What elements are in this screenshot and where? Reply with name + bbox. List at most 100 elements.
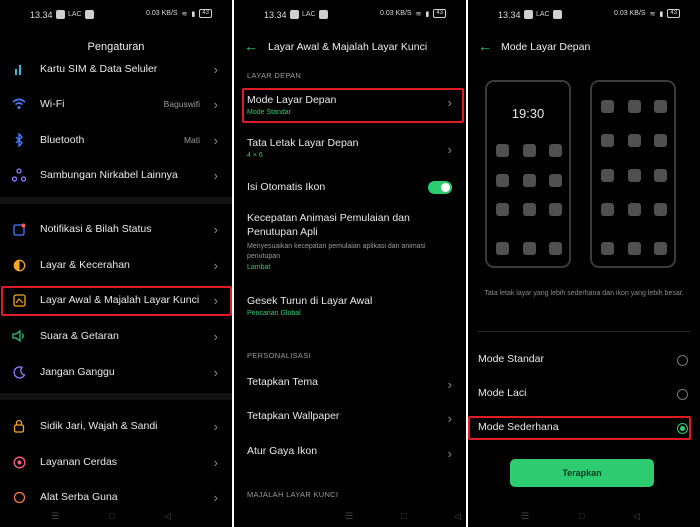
home-screen-settings-panel: 13.34 LAC 0.03 KB/S ≋ ▮ 43 ← Layar Awal & M…: [234, 0, 466, 527]
back-nav-icon[interactable]: ◁: [454, 511, 461, 522]
notification-app-icon: [84, 10, 94, 19]
app-icon-placeholder: [628, 100, 641, 113]
phone-preview-standard: 19:30: [485, 80, 571, 268]
chevron-right-icon: ›: [447, 446, 452, 461]
app-icon-placeholder: [549, 203, 562, 216]
chevron-right-icon: ›: [213, 221, 218, 237]
mode-caption: Tata letak layar yang lebih sederhana da…: [484, 290, 684, 297]
wifi-icon: [12, 97, 26, 111]
radio-standard[interactable]: [677, 355, 688, 366]
notification-app-icon: LAC: [68, 11, 82, 18]
brightness-icon: [12, 258, 26, 272]
app-icon-placeholder: [654, 134, 667, 147]
phone-preview-simple: [590, 80, 676, 268]
apply-button[interactable]: Terapkan: [510, 459, 654, 487]
home-nav-icon[interactable]: □: [579, 511, 584, 521]
share-nodes-icon: [12, 168, 26, 182]
theme-item[interactable]: Tetapkan Tema ›: [247, 375, 452, 392]
sidebar-item-display[interactable]: Layar & Kecerahan ›: [0, 248, 232, 282]
chevron-right-icon: ›: [213, 489, 218, 505]
notification-app-icon: [524, 10, 533, 19]
app-icon-placeholder: [628, 203, 641, 216]
section-header: LAYAR DEPAN: [247, 71, 302, 80]
network-speed: 0.03 KB/S: [146, 10, 178, 17]
back-arrow-icon[interactable]: ←: [478, 38, 492, 54]
page-title: Mode Layar Depan: [501, 41, 591, 53]
moon-icon: [12, 365, 26, 379]
clock-label: 19:30: [511, 106, 545, 121]
sidebar-item-wireless[interactable]: Sambungan Nirkabel Lainnya ›: [0, 158, 232, 192]
radio-drawer[interactable]: [677, 389, 688, 400]
auto-fill-setting-item[interactable]: Isi Otomatis Ikon: [247, 180, 452, 194]
chevron-right-icon: ›: [213, 257, 218, 273]
app-icon-placeholder: [628, 169, 641, 182]
divider: [478, 331, 690, 332]
lock-icon: [12, 419, 26, 433]
status-time: 13.34: [498, 10, 521, 20]
wifi-status-icon: ≋: [415, 10, 422, 18]
layout-setting-item[interactable]: Tata Letak Layar Depan 4 × 6 ›: [247, 136, 452, 159]
section-divider: [0, 393, 232, 400]
app-icon-placeholder: [549, 144, 562, 157]
signal-icon: ▮: [191, 10, 196, 18]
wallpaper-item[interactable]: Tetapkan Wallpaper ›: [247, 409, 452, 426]
notification-app-icon: LAC: [302, 11, 316, 18]
icon-style-item[interactable]: Atur Gaya Ikon ›: [247, 444, 452, 461]
section-header: PERSONALISASI: [247, 351, 311, 360]
home-nav-icon[interactable]: □: [109, 511, 114, 521]
chevron-right-icon: ›: [447, 411, 452, 426]
nav-bar: ☰ □ ◁: [234, 507, 466, 527]
nav-bar: ☰ □ ◁: [0, 507, 232, 527]
menu-nav-icon[interactable]: ☰: [345, 511, 353, 522]
sidebar-item-sound[interactable]: Suara & Getaran ›: [0, 319, 232, 353]
app-icon-placeholder: [523, 242, 536, 255]
app-icon-placeholder: [601, 100, 614, 113]
sidebar-item-notification[interactable]: Notifikasi & Bilah Status ›: [0, 212, 232, 246]
sidebar-item-sim[interactable]: Kartu SIM & Data Seluler ›: [0, 52, 232, 86]
notification-app-icon: [318, 10, 328, 19]
menu-nav-icon[interactable]: ☰: [51, 511, 59, 522]
back-arrow-icon[interactable]: ←: [244, 38, 258, 54]
status-bar: 13.34 LAC 0.03 KB/S ≋ ▮ 43: [0, 0, 232, 22]
network-speed: 0.03 KB/S: [614, 10, 646, 17]
animation-speed-item[interactable]: Kecepatan Animasi Pemulaian dan Penutupa…: [247, 211, 452, 271]
home-nav-icon[interactable]: □: [401, 511, 406, 521]
app-icon-placeholder: [496, 144, 509, 157]
page-title: Layar Awal & Majalah Layar Kunci: [268, 41, 428, 53]
auto-fill-toggle[interactable]: [428, 181, 452, 194]
nav-bar: ☰ □ ◁: [468, 507, 700, 527]
app-icon-placeholder: [601, 134, 614, 147]
sidebar-item-smart[interactable]: Layanan Cerdas ›: [0, 445, 232, 479]
battery-icon: 43: [433, 9, 446, 18]
option-drawer[interactable]: Mode Laci: [478, 387, 690, 407]
app-icon-placeholder: [654, 169, 667, 182]
sidebar-item-wifi[interactable]: Wi-Fi Baguswifi ›: [0, 87, 232, 121]
app-icon-placeholder: [601, 242, 614, 255]
notification-app-icon: LAC: [536, 11, 550, 18]
app-icon-placeholder: [496, 203, 509, 216]
smart-service-icon: [12, 455, 26, 469]
back-nav-icon[interactable]: ◁: [164, 511, 171, 522]
app-icon-placeholder: [549, 174, 562, 187]
chevron-right-icon: ›: [447, 142, 452, 157]
app-icon-placeholder: [523, 174, 536, 187]
app-icon-placeholder: [654, 242, 667, 255]
back-nav-icon[interactable]: ◁: [633, 511, 640, 522]
section-divider: [0, 197, 232, 204]
highlight-box: [242, 88, 464, 123]
highlight-box: [468, 416, 691, 440]
menu-nav-icon[interactable]: ☰: [521, 511, 529, 522]
notification-app-icon: [552, 10, 562, 19]
notification-app-icon: [290, 10, 299, 19]
chevron-right-icon: ›: [213, 454, 218, 470]
sidebar-item-bluetooth[interactable]: Bluetooth Mati ›: [0, 123, 232, 157]
sidebar-item-security[interactable]: Sidik Jari, Wajah & Sandi ›: [0, 409, 232, 443]
option-standard[interactable]: Mode Standar: [478, 353, 690, 373]
app-icon-placeholder: [523, 144, 536, 157]
sidebar-item-dnd[interactable]: Jangan Ganggu ›: [0, 355, 232, 389]
status-bar: 13.34 LAC 0.03 KB/S ≋ ▮ 43: [234, 0, 466, 22]
app-icon-placeholder: [496, 242, 509, 255]
swipe-down-item[interactable]: Gesek Turun di Layar Awal Pencarian Glob…: [247, 294, 452, 317]
chevron-right-icon: ›: [447, 377, 452, 392]
status-time: 13.34: [30, 10, 53, 20]
